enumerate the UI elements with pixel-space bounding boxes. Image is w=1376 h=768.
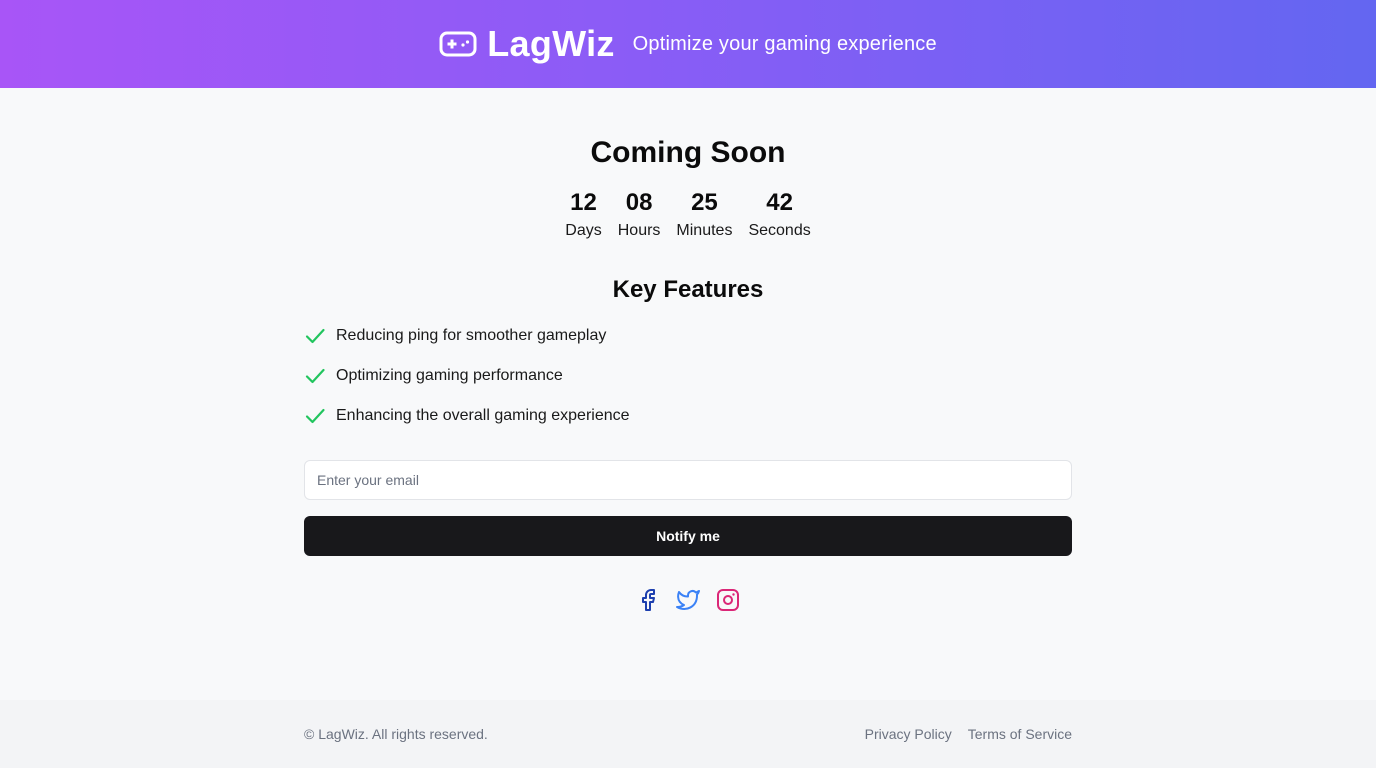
countdown-value: 12 xyxy=(570,189,597,216)
countdown-label: Seconds xyxy=(748,222,811,239)
countdown-value: 25 xyxy=(691,189,718,216)
privacy-policy-link[interactable]: Privacy Policy xyxy=(865,726,952,742)
countdown-label: Hours xyxy=(617,222,661,239)
brand[interactable]: LagWiz xyxy=(439,23,614,65)
feature-text: Optimizing gaming performance xyxy=(336,367,563,384)
countdown-value: 08 xyxy=(625,189,653,216)
footer-inner: © LagWiz. All rights reserved. Privacy P… xyxy=(304,700,1072,768)
gamepad-icon xyxy=(439,30,477,58)
instagram-icon[interactable] xyxy=(714,586,742,614)
features-title: Key Features xyxy=(612,276,764,303)
countdown-hours: 08 Hours xyxy=(618,188,661,242)
tagline: Optimize your gaming experience xyxy=(632,32,937,55)
feature-text: Enhancing the overall gaming experience xyxy=(336,407,630,424)
email-field[interactable] xyxy=(304,460,1072,500)
twitter-icon[interactable] xyxy=(674,586,702,614)
brand-name: LagWiz xyxy=(487,23,615,64)
site-footer: © LagWiz. All rights reserved. Privacy P… xyxy=(0,700,1376,768)
countdown: 12 Days 08 Hours 25 Minutes 42 Seconds xyxy=(304,188,1072,242)
copyright: © LagWiz. All rights reserved. xyxy=(304,726,488,742)
page-title: Coming Soon xyxy=(590,136,786,169)
countdown-minutes: 25 Minutes xyxy=(676,188,732,242)
social-links xyxy=(304,586,1072,614)
features-list: Reducing ping for smoother gameplay Opti… xyxy=(304,324,1072,444)
list-item: Reducing ping for smoother gameplay xyxy=(304,324,1072,348)
countdown-value: 42 xyxy=(766,189,793,216)
footer-links: Privacy Policy Terms of Service xyxy=(849,726,1072,742)
countdown-days: 12 Days xyxy=(565,188,601,242)
check-icon xyxy=(304,405,326,427)
facebook-icon[interactable] xyxy=(634,586,662,614)
list-item: Optimizing gaming performance xyxy=(304,364,1072,388)
feature-text: Reducing ping for smoother gameplay xyxy=(336,327,607,344)
countdown-label: Minutes xyxy=(676,222,733,239)
countdown-label: Days xyxy=(565,222,602,239)
check-icon xyxy=(304,365,326,387)
list-item: Enhancing the overall gaming experience xyxy=(304,404,1072,428)
terms-of-service-link[interactable]: Terms of Service xyxy=(968,726,1072,742)
notify-button[interactable]: Notify me xyxy=(304,516,1072,556)
site-header: LagWiz Optimize your gaming experience xyxy=(0,0,1376,88)
check-icon xyxy=(304,325,326,347)
countdown-seconds: 42 Seconds xyxy=(748,188,810,242)
